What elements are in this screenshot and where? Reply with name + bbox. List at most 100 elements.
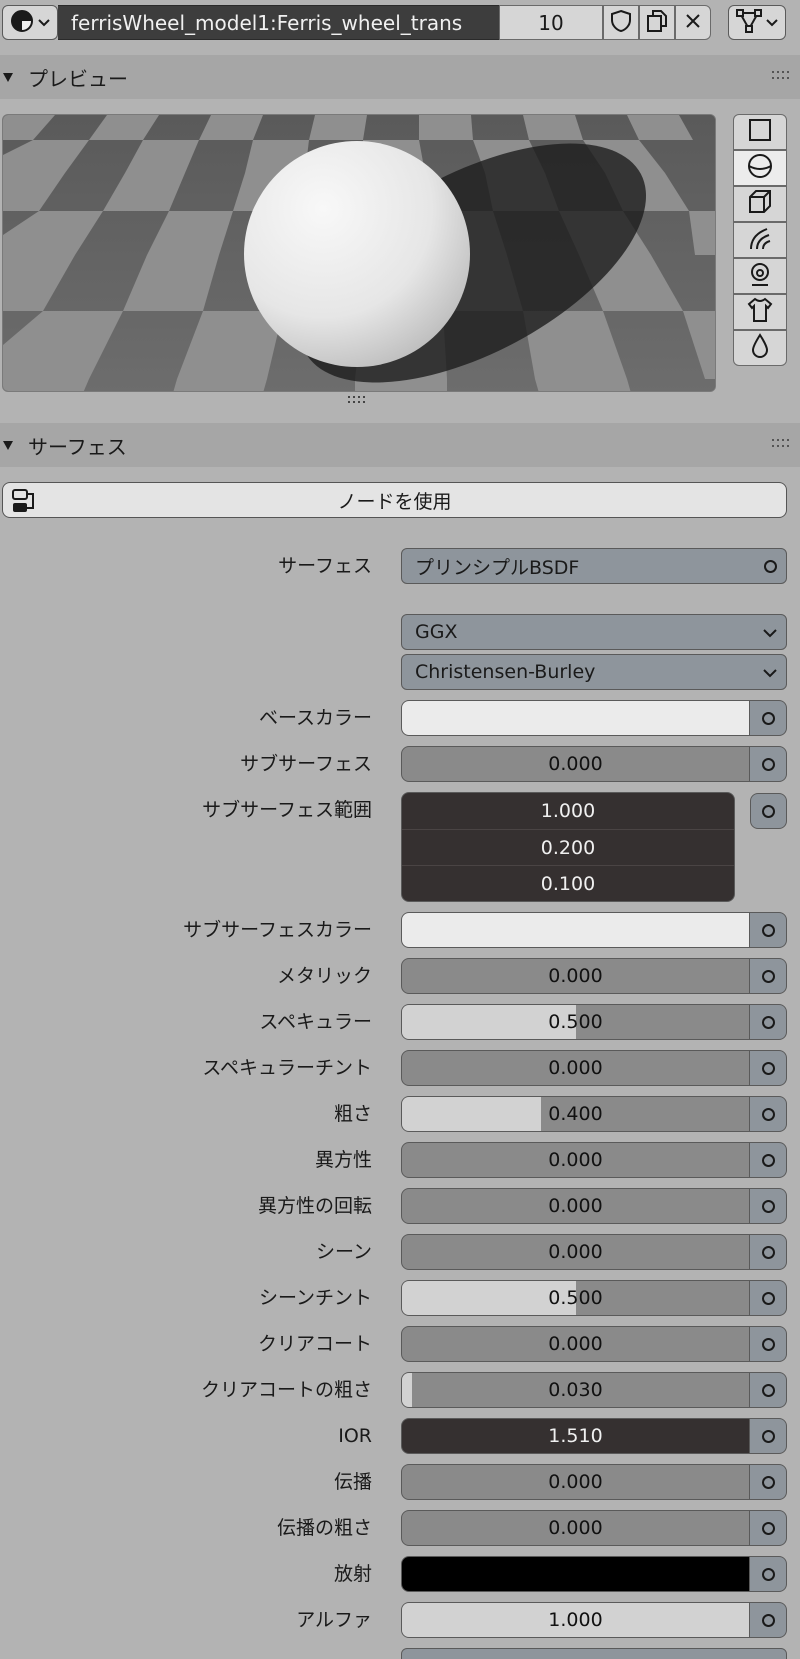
- shader-select[interactable]: プリンシプルBSDF: [401, 548, 787, 584]
- subsurface-slider[interactable]: 0.000: [401, 746, 750, 782]
- clearcoat-slider[interactable]: 0.000: [401, 1326, 750, 1362]
- shader-label: サーフェス: [278, 555, 372, 577]
- clearcoat-roughness-slider[interactable]: 0.030: [401, 1372, 750, 1408]
- sheen-tint-label: シーンチント: [258, 1287, 372, 1309]
- subsurface-radius-z[interactable]: 0.100: [402, 865, 734, 901]
- emission-socket-button[interactable]: [750, 1556, 787, 1592]
- sheen-label: シーン: [315, 1241, 372, 1263]
- subsurface-method-dropdown[interactable]: Christensen-Burley: [401, 654, 787, 690]
- cube-icon: [747, 189, 773, 219]
- collapse-triangle-icon: [3, 441, 13, 450]
- socket-dot-icon: [762, 1292, 775, 1305]
- chevron-down-icon: [763, 629, 777, 638]
- clearcoat-roughness-socket-button[interactable]: [750, 1372, 787, 1408]
- preview-cloth-button[interactable]: [733, 294, 787, 330]
- subsurface-radius-socket-button[interactable]: [750, 793, 787, 829]
- slider-value: 0.000: [548, 1149, 603, 1171]
- subsurface-color-socket-button[interactable]: [750, 912, 787, 948]
- preview-fluid-button[interactable]: [733, 330, 787, 366]
- fake-user-shield-icon: [610, 9, 632, 37]
- surface-panel-header[interactable]: サーフェス: [0, 423, 800, 467]
- sheen-slider[interactable]: 0.000: [401, 1234, 750, 1270]
- base-color-socket-button[interactable]: [750, 700, 787, 736]
- slider-value: 0.000: [548, 1471, 603, 1493]
- clearcoat-label: クリアコート: [257, 1333, 372, 1355]
- subsurface-label: サブサーフェス: [240, 753, 372, 775]
- specular-label: スペキュラー: [259, 1011, 372, 1033]
- socket-dot-icon: [762, 1338, 775, 1351]
- material-name-field[interactable]: ferrisWheel_model1:Ferris_wheel_trans: [58, 5, 499, 40]
- preview-cube-button[interactable]: [733, 186, 787, 222]
- distribution-dropdown[interactable]: GGX: [401, 614, 787, 650]
- normal-map-field[interactable]: [401, 1648, 787, 1659]
- drag-handle-icon[interactable]: [772, 439, 790, 449]
- duplicate-material-button[interactable]: [639, 5, 675, 40]
- specular-tint-slider[interactable]: 0.000: [401, 1050, 750, 1086]
- preview-shape-toolbar: [733, 114, 787, 370]
- material-browse-button[interactable]: [2, 5, 58, 40]
- anisotropic-rotation-socket-button[interactable]: [750, 1188, 787, 1224]
- preview-flat-button[interactable]: [733, 114, 787, 150]
- fake-user-button[interactable]: [603, 5, 639, 40]
- slider-value: 0.000: [548, 1241, 603, 1263]
- anisotropic-rotation-slider[interactable]: 0.000: [401, 1188, 750, 1224]
- slider-value: 0.000: [548, 1517, 603, 1539]
- sheen-socket-button[interactable]: [750, 1234, 787, 1270]
- transmission-roughness-socket-button[interactable]: [750, 1510, 787, 1546]
- use-nodes-button[interactable]: ノードを使用: [2, 482, 787, 518]
- base-color-swatch[interactable]: [401, 700, 750, 736]
- preview-hair-button[interactable]: [733, 222, 787, 258]
- specular-tint-socket-button[interactable]: [750, 1050, 787, 1086]
- roughness-slider[interactable]: 0.400: [401, 1096, 750, 1132]
- alpha-socket-button[interactable]: [750, 1602, 787, 1638]
- subsurface-radius-y[interactable]: 0.200: [402, 829, 734, 865]
- chevron-down-icon: [38, 13, 50, 32]
- socket-dot-icon: [762, 805, 775, 818]
- flat-icon: [748, 118, 772, 146]
- use-nodes-label: ノードを使用: [337, 490, 452, 513]
- transmission-roughness-label: 伝播の粗さ: [276, 1517, 372, 1539]
- socket-dot-icon: [762, 1522, 775, 1535]
- specular-slider[interactable]: 0.500: [401, 1004, 750, 1040]
- users-count[interactable]: 10: [499, 5, 603, 40]
- preview-monkey-button[interactable]: [733, 258, 787, 294]
- drag-handle-icon[interactable]: [772, 71, 790, 81]
- emission-color-swatch[interactable]: [401, 1556, 750, 1592]
- subsurface-socket-button[interactable]: [750, 746, 787, 782]
- transmission-slider[interactable]: 0.000: [401, 1464, 750, 1500]
- ior-field[interactable]: 1.510: [401, 1418, 750, 1454]
- anisotropic-slider[interactable]: 0.000: [401, 1142, 750, 1178]
- socket-dot-icon: [762, 1384, 775, 1397]
- monkey-icon: [747, 261, 773, 291]
- transmission-socket-button[interactable]: [750, 1464, 787, 1500]
- slider-value: 0.500: [548, 1011, 603, 1033]
- preview-sphere-button[interactable]: [733, 150, 787, 186]
- ior-socket-button[interactable]: [750, 1418, 787, 1454]
- subsurface-radius-x[interactable]: 1.000: [402, 793, 734, 829]
- transmission-roughness-slider[interactable]: 0.000: [401, 1510, 750, 1546]
- sheen-tint-socket-button[interactable]: [750, 1280, 787, 1316]
- metallic-socket-button[interactable]: [750, 958, 787, 994]
- specular-socket-button[interactable]: [750, 1004, 787, 1040]
- node-tree-button[interactable]: [728, 5, 786, 40]
- hair-icon: [747, 225, 773, 255]
- unlink-material-button[interactable]: [675, 5, 711, 40]
- sheen-tint-slider[interactable]: 0.500: [401, 1280, 750, 1316]
- metallic-slider[interactable]: 0.000: [401, 958, 750, 994]
- preview-panel-header[interactable]: プレビュー: [0, 55, 800, 99]
- socket-dot-icon: [762, 1062, 775, 1075]
- metallic-label: メタリック: [276, 965, 372, 987]
- socket-dot-icon: [762, 970, 775, 983]
- clearcoat-socket-button[interactable]: [750, 1326, 787, 1362]
- subsurface-color-swatch[interactable]: [401, 912, 750, 948]
- anisotropic-socket-button[interactable]: [750, 1142, 787, 1178]
- anisotropic-rotation-label: 異方性の回転: [257, 1195, 372, 1217]
- chevron-down-icon: [766, 13, 778, 32]
- roughness-socket-button[interactable]: [750, 1096, 787, 1132]
- sphere-icon: [747, 153, 773, 183]
- socket-dot-icon: [762, 1108, 775, 1121]
- preview-resize-handle[interactable]: [347, 396, 369, 404]
- socket-dot-icon: [762, 1246, 775, 1259]
- subsurface-radius-label: サブサーフェス範囲: [202, 799, 372, 821]
- alpha-slider[interactable]: 1.000: [401, 1602, 750, 1638]
